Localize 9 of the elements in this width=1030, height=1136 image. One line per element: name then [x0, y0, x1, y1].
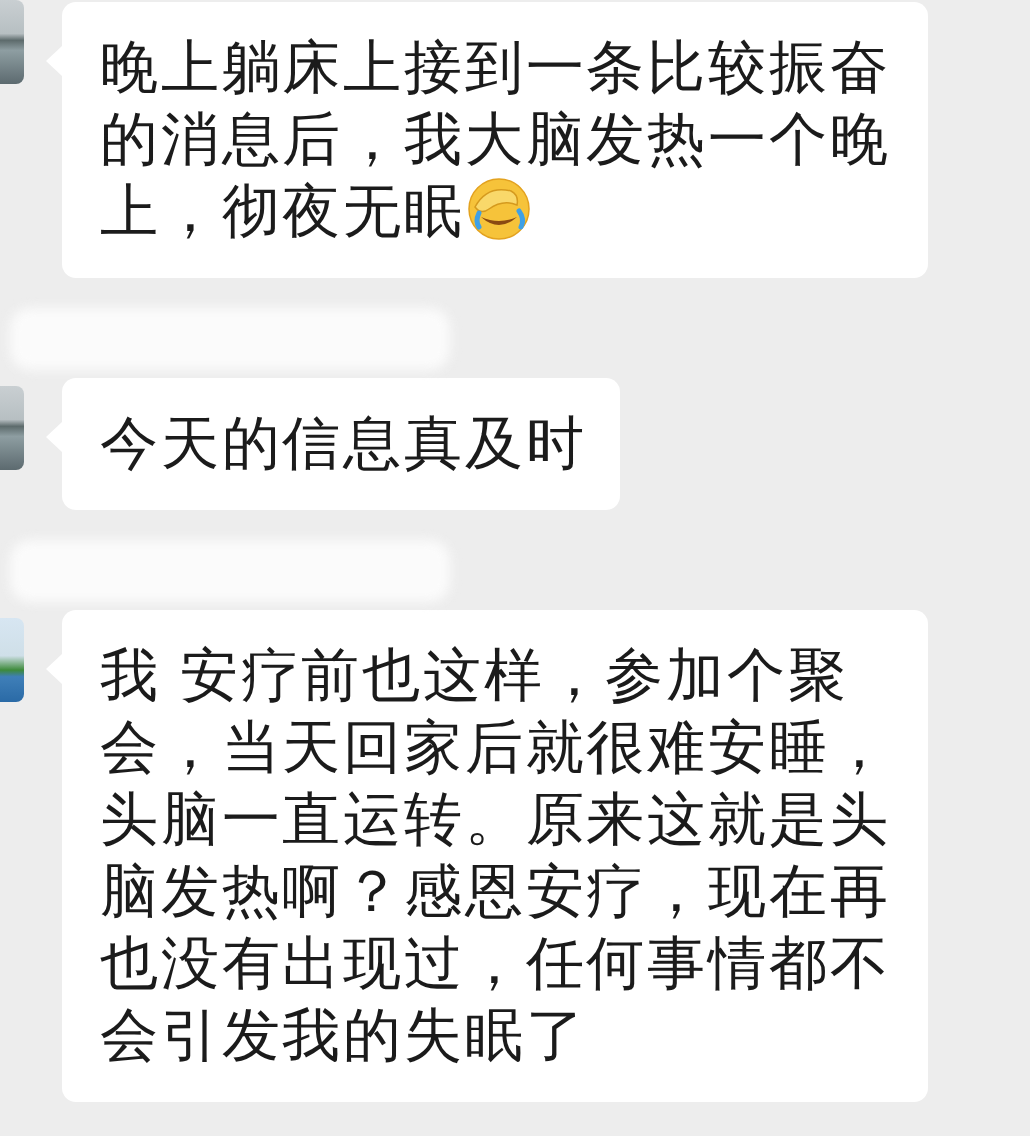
avatar-photo-placeholder[interactable] [0, 618, 24, 702]
message-text: 今天的信息真及时 [100, 410, 587, 475]
message-bubble[interactable]: 今天的信息真及时 [62, 378, 621, 510]
avatar-photo-placeholder[interactable] [0, 0, 24, 84]
message-text: 我 安疗前也这样，参加个聚会，当天回家后就很难安睡，头脑一直运转。原来这就是头脑发热啊？感恩安疗，现在再也没有出现过，任何事情都不会引发我的失眠了 [100, 642, 891, 1067]
message-bubble[interactable]: 我 安疗前也这样，参加个聚会，当天回家后就很难安睡，头脑一直运转。原来这就是头脑发热啊？感恩安疗，现在再也没有出现过，任何事情都不会引发我的失眠了 [62, 610, 928, 1102]
message-bubble[interactable]: 晚上躺床上接到一条比较振奋的消息后，我大脑发热一个晚上，彻夜无眠 [62, 2, 928, 278]
message-text: 晚上躺床上接到一条比较振奋的消息后，我大脑发热一个晚上，彻夜无眠 [100, 34, 891, 243]
avatar-photo-placeholder[interactable] [0, 386, 24, 470]
